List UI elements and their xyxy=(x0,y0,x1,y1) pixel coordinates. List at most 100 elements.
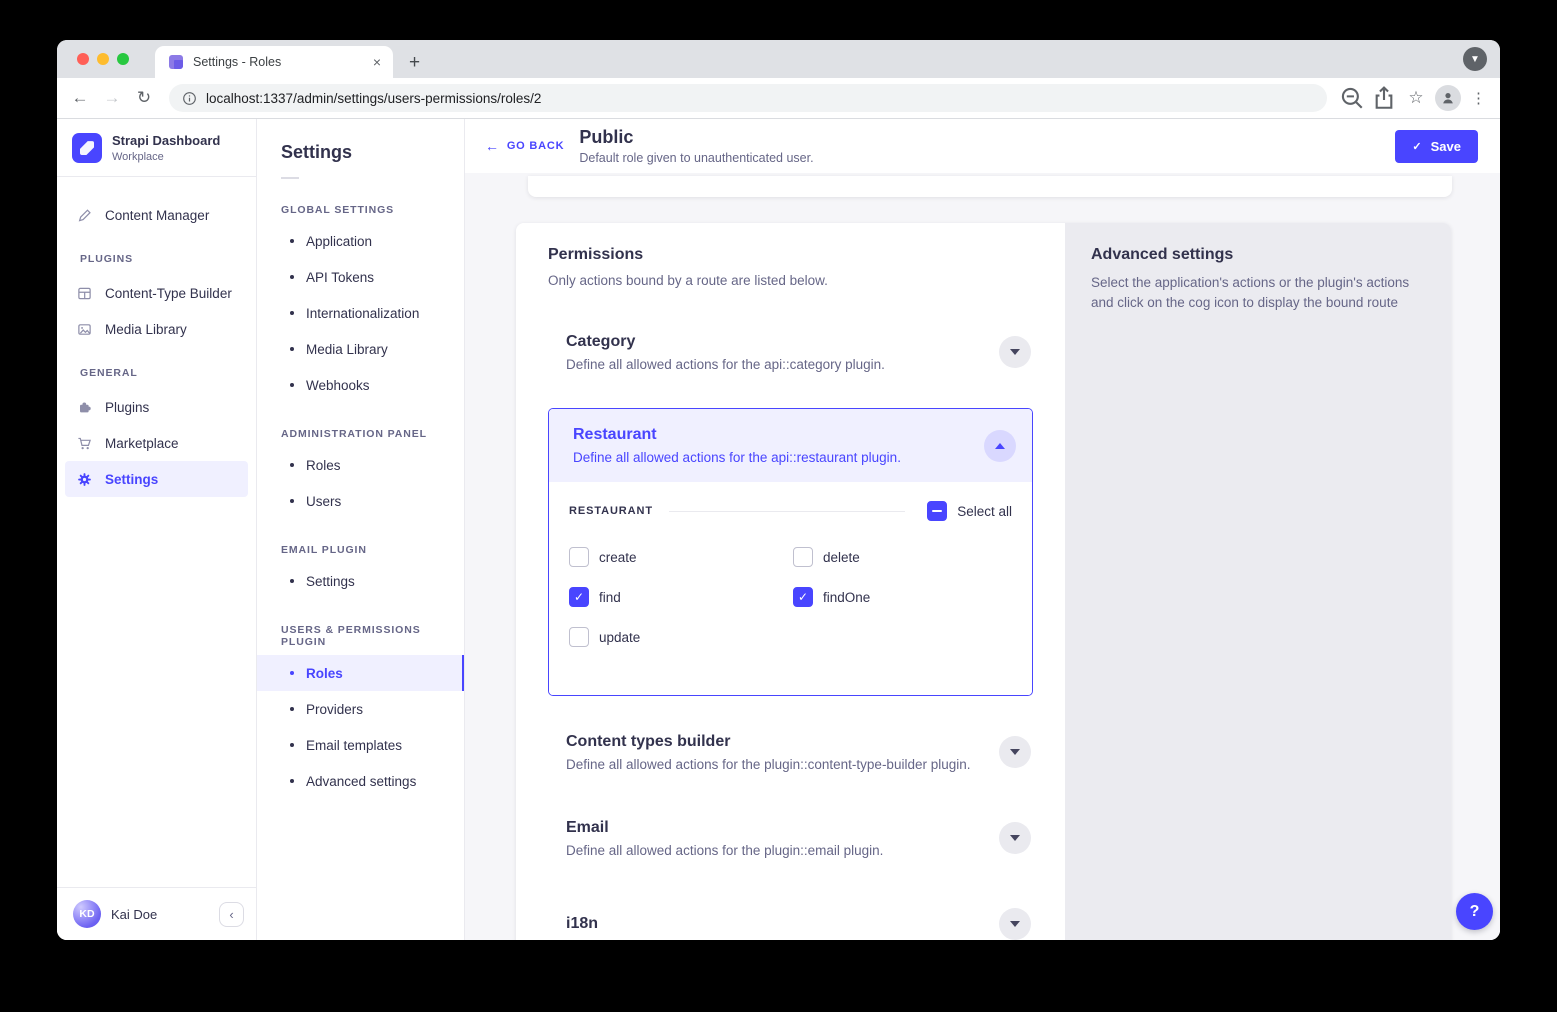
close-tab-icon[interactable]: × xyxy=(371,54,383,70)
bullet-icon xyxy=(290,383,294,387)
subnav-item-api-tokens[interactable]: API Tokens xyxy=(257,259,464,295)
divider xyxy=(281,177,299,179)
subnav-section-label: EMAIL PLUGIN xyxy=(281,544,440,556)
subnav-item-label: Roles xyxy=(306,458,341,473)
bullet-icon xyxy=(290,239,294,243)
subnav-section-label: ADMINISTRATION PANEL xyxy=(281,428,440,440)
forward-icon[interactable]: → xyxy=(99,85,125,111)
minimize-window-icon[interactable] xyxy=(97,53,109,65)
page-title: Public xyxy=(579,127,813,148)
expand-button[interactable] xyxy=(999,822,1031,854)
subnav-item-roles[interactable]: Roles xyxy=(257,655,464,691)
check-icon: ✓ xyxy=(1412,140,1421,153)
zoom-out-icon[interactable] xyxy=(1339,85,1365,111)
sidebar-item-label: Media Library xyxy=(105,322,187,337)
accordion-content-types-builder[interactable]: Content types builder Define all allowed… xyxy=(548,722,1033,782)
sidebar-item-content-type-builder[interactable]: Content-Type Builder xyxy=(65,275,248,311)
accordion-category[interactable]: Category Define all allowed actions for … xyxy=(548,322,1033,382)
checkbox-unchecked-icon[interactable] xyxy=(793,547,813,567)
subnav-item-email-templates[interactable]: Email templates xyxy=(257,727,464,763)
accordion-description: Define all allowed actions for the plugi… xyxy=(566,757,971,772)
checkbox-unchecked-icon[interactable] xyxy=(569,627,589,647)
checkbox-label: create xyxy=(599,550,637,565)
app-name: Strapi Dashboard xyxy=(112,133,220,149)
subnav-item-label: Email templates xyxy=(306,738,402,753)
checkbox-label: find xyxy=(599,590,621,605)
image-icon xyxy=(76,321,92,337)
subnav-item-media-library[interactable]: Media Library xyxy=(257,331,464,367)
subnav-item-roles[interactable]: Roles xyxy=(257,447,464,483)
subnav-item-advanced-settings[interactable]: Advanced settings xyxy=(257,763,464,799)
accordion-restaurant-expanded: Restaurant Define all allowed actions fo… xyxy=(548,408,1033,696)
workspace-switcher[interactable]: Strapi Dashboard Workplace xyxy=(57,119,256,177)
permissions-title: Permissions xyxy=(548,246,1033,264)
help-button[interactable]: ? xyxy=(1456,893,1493,930)
advanced-settings-title: Advanced settings xyxy=(1091,246,1425,264)
subnav-item-label: Users xyxy=(306,494,341,509)
expand-button[interactable] xyxy=(999,736,1031,768)
browser-window: Settings - Roles × + ▼ ← → ↻ localhost:1… xyxy=(57,40,1500,940)
expand-button[interactable] xyxy=(999,908,1031,940)
subnav-item-internationalization[interactable]: Internationalization xyxy=(257,295,464,331)
permission-checkbox-find[interactable]: ✓ find xyxy=(569,587,793,607)
accordion-i18n[interactable]: i18n xyxy=(548,894,1033,940)
back-icon[interactable]: ← xyxy=(67,85,93,111)
permission-checkbox-update[interactable]: update xyxy=(569,627,793,647)
share-icon[interactable] xyxy=(1371,85,1397,111)
permission-checkbox-delete[interactable]: delete xyxy=(793,547,1012,567)
bookmark-star-icon[interactable]: ☆ xyxy=(1403,85,1429,111)
permission-checkbox-create[interactable]: create xyxy=(569,547,793,567)
checkbox-checked-icon[interactable]: ✓ xyxy=(569,587,589,607)
sidebar-item-settings[interactable]: Settings xyxy=(65,461,248,497)
go-back-link[interactable]: ← GO BACK xyxy=(485,138,564,154)
sidebar-item-label: Settings xyxy=(105,472,158,487)
subnav-item-webhooks[interactable]: Webhooks xyxy=(257,367,464,403)
sidebar-item-media-library[interactable]: Media Library xyxy=(65,311,248,347)
restaurant-permissions-body: RESTAURANT Select all createdelete✓find✓… xyxy=(549,482,1032,695)
sidebar-item-label: Plugins xyxy=(105,400,149,415)
tab-search-icon[interactable]: ▼ xyxy=(1463,47,1487,71)
info-icon[interactable] xyxy=(182,91,197,106)
chevron-down-icon xyxy=(1010,749,1020,755)
new-tab-button[interactable]: + xyxy=(409,53,420,72)
browser-tab[interactable]: Settings - Roles × xyxy=(155,46,393,78)
sidebar-item-content-manager[interactable]: Content Manager xyxy=(65,197,248,233)
advanced-settings-panel: Advanced settings Select the application… xyxy=(1065,223,1451,940)
save-button[interactable]: ✓ Save xyxy=(1395,130,1478,163)
accordion-restaurant-header[interactable]: Restaurant Define all allowed actions fo… xyxy=(549,409,1032,482)
browser-tab-bar: Settings - Roles × + ▼ xyxy=(57,40,1500,78)
close-window-icon[interactable] xyxy=(77,53,89,65)
chevron-down-icon xyxy=(1010,921,1020,927)
select-all-checkbox[interactable]: Select all xyxy=(927,501,1012,521)
cart-icon xyxy=(76,435,92,451)
collapse-sidebar-button[interactable]: ‹ xyxy=(219,902,244,927)
permission-checkbox-findOne[interactable]: ✓findOne xyxy=(793,587,1012,607)
bullet-icon xyxy=(290,499,294,503)
sidebar-item-plugins[interactable]: Plugins xyxy=(65,389,248,425)
chevron-down-icon xyxy=(1010,835,1020,841)
maximize-window-icon[interactable] xyxy=(117,53,129,65)
address-bar[interactable]: localhost:1337/admin/settings/users-perm… xyxy=(169,84,1327,112)
checkbox-checked-icon[interactable]: ✓ xyxy=(793,587,813,607)
workspace-name: Workplace xyxy=(112,151,220,163)
reload-icon[interactable]: ↻ xyxy=(131,85,157,111)
browser-profile-icon[interactable] xyxy=(1435,85,1461,111)
subnav-item-providers[interactable]: Providers xyxy=(257,691,464,727)
bullet-icon xyxy=(290,347,294,351)
pen-icon xyxy=(76,207,92,223)
checkbox-unchecked-icon[interactable] xyxy=(569,547,589,567)
checkbox-indeterminate-icon[interactable] xyxy=(927,501,947,521)
divider xyxy=(669,511,905,512)
subnav-item-application[interactable]: Application xyxy=(257,223,464,259)
user-profile-row[interactable]: KD Kai Doe ‹ xyxy=(57,887,256,940)
sidebar-item-marketplace[interactable]: Marketplace xyxy=(65,425,248,461)
expand-button[interactable] xyxy=(999,336,1031,368)
bullet-icon xyxy=(290,671,294,675)
collapse-button[interactable] xyxy=(984,430,1016,462)
browser-menu-icon[interactable]: ⋮ xyxy=(1467,89,1490,107)
page-subtitle: Default role given to unauthenticated us… xyxy=(579,151,813,165)
subnav-item-settings[interactable]: Settings xyxy=(257,563,464,599)
subnav-item-users[interactable]: Users xyxy=(257,483,464,519)
subnav-section-label: GLOBAL SETTINGS xyxy=(281,204,440,216)
accordion-email[interactable]: Email Define all allowed actions for the… xyxy=(548,808,1033,868)
